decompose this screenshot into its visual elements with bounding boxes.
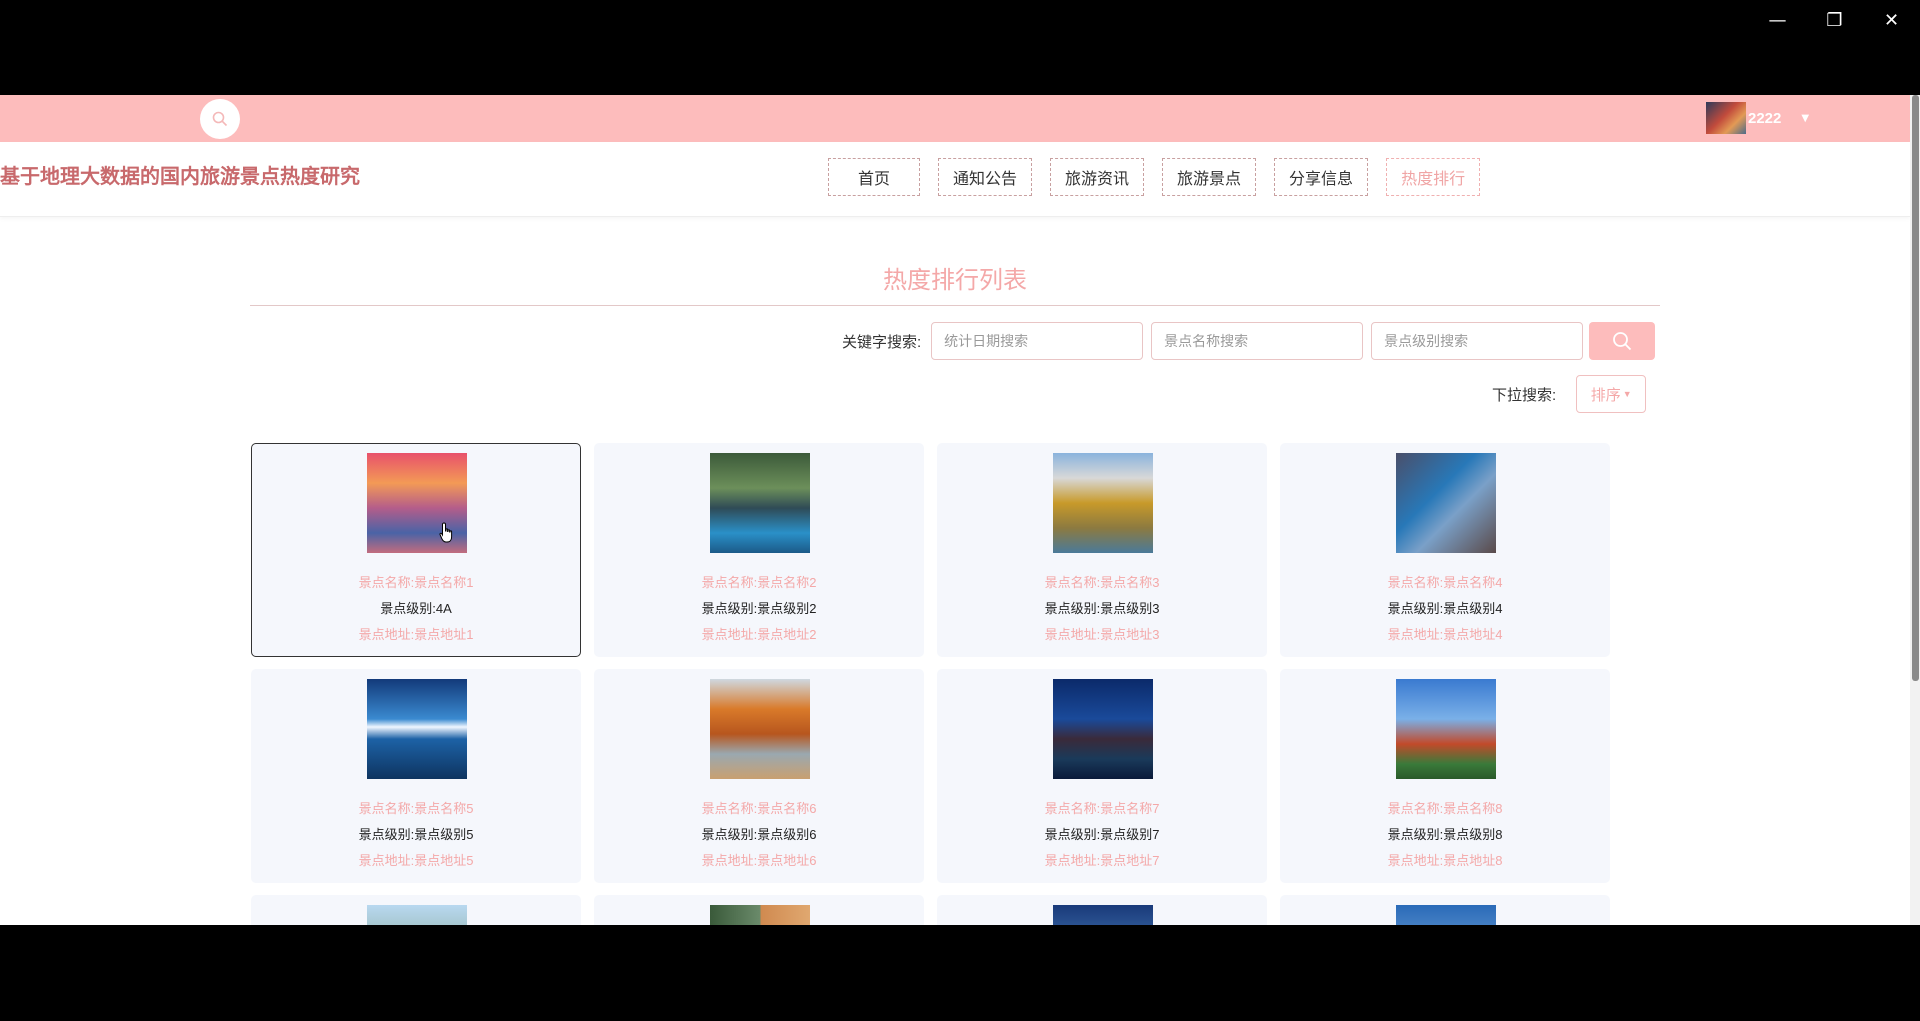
caret-down-icon: ▼ (1622, 389, 1632, 399)
name-search-input[interactable] (1151, 322, 1364, 360)
scenic-address: 景点地址:景点地址1 (358, 627, 474, 642)
username: 2222 (1748, 109, 1782, 127)
scenic-card[interactable] (1280, 895, 1610, 925)
scenic-name: 景点名称:景点名称4 (1387, 575, 1503, 590)
scenic-address: 景点地址:景点地址6 (701, 853, 817, 868)
scenic-thumbnail[interactable] (710, 453, 810, 553)
search-row: 关键字搜索: (842, 322, 1656, 360)
scenic-card[interactable]: 景点名称:景点名称4 景点级别:景点级别4 景点地址:景点地址4 (1280, 443, 1610, 657)
scenic-card[interactable]: 景点名称:景点名称1 景点级别:4A 景点地址:景点地址1 (251, 443, 581, 657)
chevron-down-icon[interactable]: ▼ (1801, 113, 1809, 124)
top-bar: 2222 ▼ (0, 95, 1910, 142)
scenic-level: 景点级别:景点级别4 (1387, 601, 1503, 616)
nav-item-news[interactable]: 旅游资讯 (1050, 158, 1145, 196)
close-icon[interactable]: ✕ (1863, 0, 1920, 40)
scenic-thumbnail[interactable] (710, 905, 810, 925)
dropdown-row: 下拉搜索: 排序 ▼ (1492, 375, 1647, 413)
page-title: 热度排行列表 (883, 267, 1027, 294)
search-label: 关键字搜索: (842, 333, 922, 351)
title-divider (250, 305, 1660, 306)
nav-item-notice[interactable]: 通知公告 (938, 158, 1033, 196)
ranking-grid: 景点名称:景点名称1 景点级别:4A 景点地址:景点地址1 景点名称:景点名称2… (251, 443, 1610, 925)
scenic-card[interactable] (594, 895, 924, 925)
nav-item-ranking[interactable]: 热度排行 (1386, 158, 1481, 196)
scenic-name: 景点名称:景点名称2 (701, 575, 817, 590)
search-icon (212, 111, 228, 127)
browser-viewport: 2222 ▼ 基于地理大数据的国内旅游景点热度研究 首页 通知公告 旅游资讯 旅… (0, 95, 1910, 925)
scenic-level: 景点级别:4A (380, 601, 452, 616)
window-controls: — ❐ ✕ (1749, 0, 1920, 40)
site-title: 基于地理大数据的国内旅游景点热度研究 (0, 166, 360, 188)
scenic-card[interactable]: 景点名称:景点名称5 景点级别:景点级别5 景点地址:景点地址5 (251, 669, 581, 883)
scenic-thumbnail[interactable] (1053, 905, 1153, 925)
scenic-name: 景点名称:景点名称6 (701, 801, 817, 816)
scenic-address: 景点地址:景点地址8 (1387, 853, 1503, 868)
nav-item-share[interactable]: 分享信息 (1274, 158, 1369, 196)
scenic-thumbnail[interactable] (367, 905, 467, 925)
scenic-card[interactable]: 景点名称:景点名称8 景点级别:景点级别8 景点地址:景点地址8 (1280, 669, 1610, 883)
scenic-card[interactable] (251, 895, 581, 925)
scenic-level: 景点级别:景点级别5 (358, 827, 474, 842)
header: 基于地理大数据的国内旅游景点热度研究 首页 通知公告 旅游资讯 旅游景点 分享信… (0, 142, 1910, 217)
top-search-button[interactable] (200, 99, 240, 139)
avatar[interactable] (1706, 102, 1746, 134)
scenic-thumbnail[interactable] (710, 679, 810, 779)
scenic-name: 景点名称:景点名称3 (1044, 575, 1160, 590)
main-nav: 首页 通知公告 旅游资讯 旅游景点 分享信息 热度排行 (828, 158, 1498, 196)
screen: — ❐ ✕ 2222 ▼ 基于地理大数据的国内旅游景点热度研究 首页 通知公告 (0, 0, 1920, 1021)
scenic-level: 景点级别:景点级别7 (1044, 827, 1160, 842)
sort-label: 排序 (1590, 386, 1621, 404)
minimize-icon[interactable]: — (1749, 0, 1806, 40)
scenic-level: 景点级别:景点级别3 (1044, 601, 1160, 616)
scenic-thumbnail[interactable] (1053, 453, 1153, 553)
user-menu[interactable]: 2222 ▼ (1706, 102, 1809, 134)
scenic-address: 景点地址:景点地址7 (1044, 853, 1160, 868)
scenic-thumbnail[interactable] (1396, 905, 1496, 925)
scenic-name: 景点名称:景点名称7 (1044, 801, 1160, 816)
scenic-card[interactable]: 景点名称:景点名称3 景点级别:景点级别3 景点地址:景点地址3 (937, 443, 1267, 657)
scenic-thumbnail[interactable] (1396, 453, 1496, 553)
scenic-name: 景点名称:景点名称8 (1387, 801, 1503, 816)
scenic-name: 景点名称:景点名称1 (358, 575, 474, 590)
dropdown-label: 下拉搜索: (1492, 386, 1557, 404)
scenic-thumbnail[interactable] (367, 679, 467, 779)
search-button[interactable] (1589, 322, 1656, 360)
scenic-name: 景点名称:景点名称5 (358, 801, 474, 816)
scenic-address: 景点地址:景点地址2 (701, 627, 817, 642)
scrollbar-thumb[interactable] (1912, 95, 1919, 681)
restore-icon[interactable]: ❐ (1806, 0, 1863, 40)
nav-item-scenic[interactable]: 旅游景点 (1162, 158, 1257, 196)
scenic-level: 景点级别:景点级别2 (701, 601, 817, 616)
hand-cursor-icon (439, 522, 453, 543)
scenic-address: 景点地址:景点地址3 (1044, 627, 1160, 642)
scenic-card[interactable] (937, 895, 1267, 925)
level-search-input[interactable] (1371, 322, 1584, 360)
search-icon (1613, 332, 1632, 351)
scenic-card[interactable]: 景点名称:景点名称2 景点级别:景点级别2 景点地址:景点地址2 (594, 443, 924, 657)
sort-dropdown[interactable]: 排序 ▼ (1576, 375, 1647, 413)
scenic-card[interactable]: 景点名称:景点名称6 景点级别:景点级别6 景点地址:景点地址6 (594, 669, 924, 883)
scenic-thumbnail[interactable] (1396, 679, 1496, 779)
date-search-input[interactable] (931, 322, 1144, 360)
scenic-level: 景点级别:景点级别8 (1387, 827, 1503, 842)
scenic-card[interactable]: 景点名称:景点名称7 景点级别:景点级别7 景点地址:景点地址7 (937, 669, 1267, 883)
scenic-thumbnail[interactable] (1053, 679, 1153, 779)
scenic-address: 景点地址:景点地址4 (1387, 627, 1503, 642)
nav-item-home[interactable]: 首页 (828, 158, 920, 196)
scenic-address: 景点地址:景点地址5 (358, 853, 474, 868)
scenic-level: 景点级别:景点级别6 (701, 827, 817, 842)
